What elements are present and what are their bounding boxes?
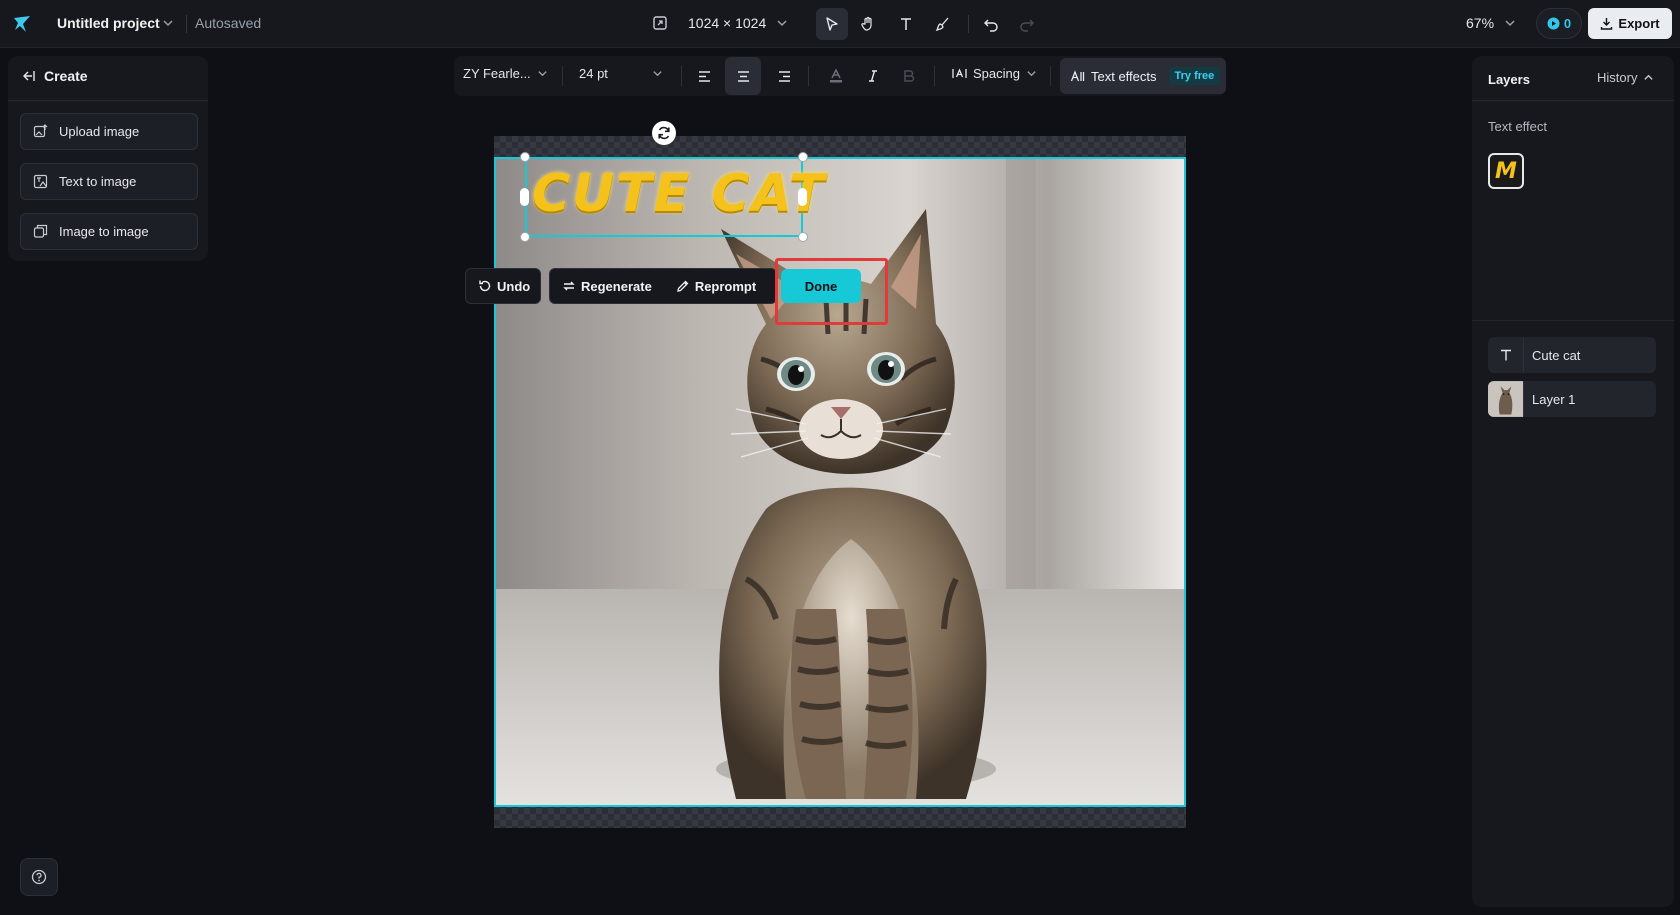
help-button[interactable]: [20, 858, 58, 896]
divider: [1050, 66, 1051, 86]
image-to-image-icon: [33, 224, 48, 238]
rotate-handle-icon[interactable]: [652, 121, 676, 145]
chevron-down-icon: [538, 71, 547, 77]
tab-layers[interactable]: Layers: [1488, 72, 1530, 87]
text-icon: [1488, 337, 1524, 373]
text-effects-button[interactable]: Text effects Try free: [1060, 58, 1226, 94]
text-color-icon[interactable]: [818, 56, 854, 96]
tab-history[interactable]: History: [1597, 70, 1654, 85]
text-effects-label: Text effects: [1091, 68, 1157, 84]
zoom-level[interactable]: 67%: [1466, 15, 1494, 31]
redo-icon[interactable]: [1011, 8, 1043, 40]
layer-name: Cute cat: [1532, 347, 1581, 363]
font-size-select[interactable]: 24 pt: [579, 66, 663, 81]
divider: [8, 100, 208, 101]
font-size: 24 pt: [579, 66, 608, 81]
resize-handle[interactable]: [798, 232, 808, 242]
font-name: ZY Fearle...: [463, 66, 531, 81]
undo-label: Undo: [497, 278, 531, 294]
resize-handle[interactable]: [520, 232, 530, 242]
export-button[interactable]: Export: [1588, 8, 1672, 39]
resize-handle[interactable]: [798, 152, 808, 162]
text-effect-thumbnail[interactable]: M: [1488, 153, 1524, 189]
align-right-icon[interactable]: [766, 56, 802, 96]
reprompt-button[interactable]: Reprompt: [664, 269, 768, 303]
text-effect-label: Text effect: [1488, 119, 1548, 134]
divider: [1472, 100, 1674, 101]
spacing-select[interactable]: Spacing: [952, 66, 1037, 81]
text-to-image-label: Text to image: [59, 174, 137, 189]
autosave-status: Autosaved: [195, 15, 262, 31]
undo-action[interactable]: Undo: [466, 269, 542, 303]
resize-handle[interactable]: [520, 188, 529, 206]
regenerate-icon: [563, 281, 575, 291]
divider: [1472, 320, 1674, 321]
credits-count: 0: [1563, 16, 1572, 31]
image-to-image-label: Image to image: [59, 224, 149, 239]
credit-coin-icon: [1547, 17, 1560, 30]
done-button[interactable]: Done: [781, 269, 861, 303]
resize-handle[interactable]: [798, 188, 807, 206]
divider: [968, 15, 969, 33]
help-icon: [31, 869, 47, 885]
chevron-down-icon[interactable]: [1504, 17, 1516, 29]
text-layer-cute-cat[interactable]: CUTE CAT: [532, 158, 824, 230]
chevron-down-icon[interactable]: [162, 17, 174, 29]
project-title[interactable]: Untitled project: [57, 15, 160, 31]
chevron-down-icon: [653, 71, 662, 77]
text-to-image-button[interactable]: Text to image: [20, 163, 198, 200]
divider: [562, 66, 563, 86]
regenerate-button[interactable]: Regenerate: [550, 269, 664, 303]
credits-badge[interactable]: 0: [1536, 8, 1582, 39]
create-title: Create: [44, 68, 88, 84]
undo-icon: [479, 280, 491, 292]
pencil-icon: [676, 280, 689, 292]
divider: [934, 66, 935, 86]
resize-icon[interactable]: [652, 15, 668, 31]
try-free-badge: Try free: [1168, 67, 1221, 85]
regenerate-reprompt-group: Regenerate Reprompt: [549, 268, 777, 304]
spacing-label: Spacing: [973, 66, 1020, 81]
undo-button[interactable]: Undo: [465, 268, 541, 304]
create-back-button[interactable]: Create: [22, 68, 88, 84]
layer-item-cute-cat[interactable]: Cute cat: [1488, 337, 1656, 373]
bold-icon[interactable]: [891, 56, 927, 96]
hand-tool-icon[interactable]: [852, 8, 884, 40]
chevron-down-icon: [1027, 71, 1036, 77]
brush-tool-icon[interactable]: [927, 8, 959, 40]
font-select[interactable]: ZY Fearle...: [463, 66, 548, 81]
resize-handle[interactable]: [520, 152, 530, 162]
image-thumbnail: [1488, 381, 1524, 417]
upload-image-button[interactable]: Upload image: [20, 113, 198, 150]
text-to-image-icon: [33, 174, 48, 189]
undo-icon[interactable]: [975, 8, 1007, 40]
align-center-icon[interactable]: [725, 57, 761, 95]
layer-item-layer-1[interactable]: Layer 1: [1488, 381, 1656, 417]
image-to-image-button[interactable]: Image to image: [20, 213, 198, 250]
text-effects-icon: [1070, 69, 1085, 81]
divider: [808, 66, 809, 86]
layer-name: Layer 1: [1532, 391, 1576, 407]
divider: [681, 66, 682, 86]
italic-icon[interactable]: [855, 56, 891, 96]
history-label: History: [1597, 70, 1638, 85]
chevron-down-icon[interactable]: [776, 17, 788, 29]
align-left-icon[interactable]: [686, 56, 722, 96]
upload-image-icon: [33, 124, 48, 138]
back-arrow-icon: [23, 71, 35, 81]
canvas-size[interactable]: 1024 × 1024: [688, 15, 766, 31]
download-icon: [1601, 18, 1613, 30]
kitten-photo[interactable]: [494, 157, 1186, 807]
chevron-up-icon: [1644, 74, 1654, 80]
app-logo-icon[interactable]: [12, 14, 32, 34]
spacing-icon: [952, 68, 967, 78]
export-label: Export: [1618, 16, 1660, 31]
reprompt-label: Reprompt: [694, 278, 757, 294]
divider: [186, 15, 187, 33]
upload-image-label: Upload image: [59, 124, 140, 139]
regenerate-label: Regenerate: [581, 278, 652, 294]
select-tool-icon[interactable]: [816, 8, 848, 40]
text-tool-icon[interactable]: [890, 8, 922, 40]
